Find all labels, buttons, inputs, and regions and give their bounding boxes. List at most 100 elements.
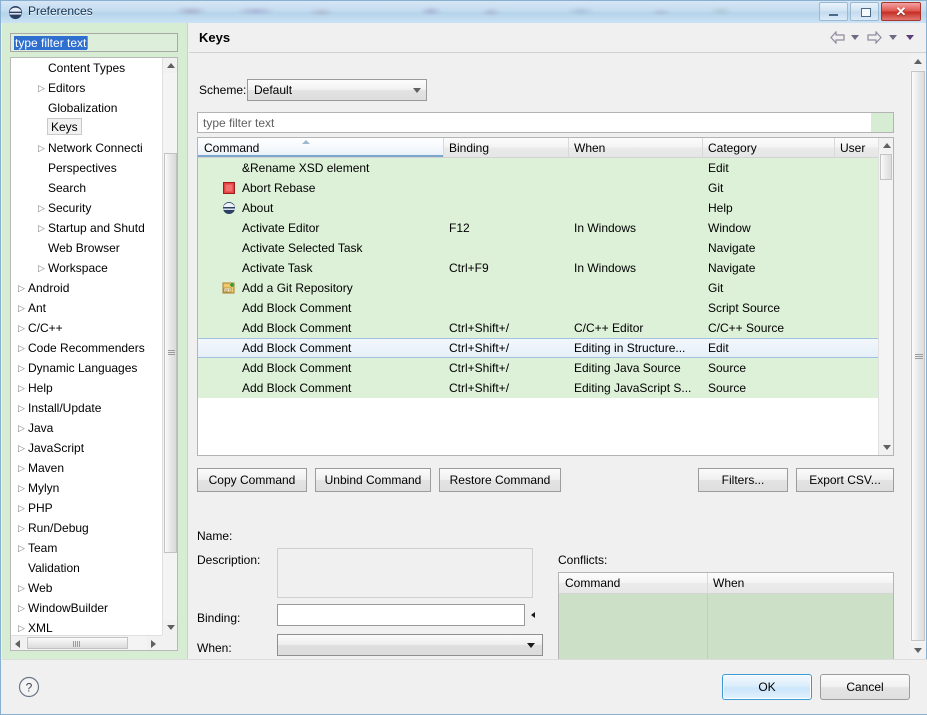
help-icon[interactable]: ? xyxy=(18,676,40,698)
table-row[interactable]: Add Block CommentCtrl+Shift+/Editing Jav… xyxy=(198,378,879,398)
sidebar-item-maven[interactable]: ▷Maven xyxy=(11,458,162,478)
sidebar-item-android[interactable]: ▷Android xyxy=(11,278,162,298)
cancel-button[interactable]: Cancel xyxy=(820,674,910,700)
maximize-button[interactable] xyxy=(850,2,879,21)
table-row[interactable]: Add Block CommentCtrl+Shift+/Editing in … xyxy=(198,338,879,358)
sidebar-item-security[interactable]: ▷Security xyxy=(11,198,162,218)
expand-arrow-icon[interactable]: ▷ xyxy=(15,538,28,558)
sidebar-item-keys[interactable]: ▷Keys xyxy=(11,118,162,138)
tree-scroll-left-button[interactable] xyxy=(11,636,26,650)
tree-horizontal-scrollbar[interactable] xyxy=(11,635,162,650)
expand-arrow-icon[interactable]: ▷ xyxy=(15,418,28,438)
sidebar-item-help[interactable]: ▷Help xyxy=(11,378,162,398)
table-row[interactable]: Add Block CommentCtrl+Shift+/Editing Jav… xyxy=(198,358,879,378)
sidebar-item-windowbuilder[interactable]: ▷WindowBuilder xyxy=(11,598,162,618)
table-row[interactable]: Abort RebaseGit xyxy=(198,178,879,198)
unbind-command-button[interactable]: Unbind Command xyxy=(315,468,431,492)
expand-arrow-icon[interactable]: ▷ xyxy=(15,438,28,458)
tree-scroll-down-button[interactable] xyxy=(163,620,177,635)
keys-scroll-up-button[interactable] xyxy=(879,138,893,153)
conflicts-column-header-command[interactable]: Command xyxy=(559,576,707,590)
table-row[interactable]: Add Block CommentCtrl+Shift+/C/C++ Edito… xyxy=(198,318,879,338)
page-scroll-thumb[interactable] xyxy=(911,71,925,641)
close-button[interactable]: ✕ xyxy=(881,2,921,21)
expand-arrow-icon[interactable]: ▷ xyxy=(15,518,28,538)
table-row[interactable]: Add Block CommentScript Source xyxy=(198,298,879,318)
sidebar-item-team[interactable]: ▷Team xyxy=(11,538,162,558)
sidebar-item-mylyn[interactable]: ▷Mylyn xyxy=(11,478,162,498)
conflicts-table[interactable]: Command When xyxy=(558,572,894,659)
export-csv-button[interactable]: Export CSV... xyxy=(796,468,894,492)
conflicts-column-header-when[interactable]: When xyxy=(707,576,893,590)
sidebar-item-network-connecti[interactable]: ▷Network Connecti xyxy=(11,138,162,158)
keys-table-scrollbar[interactable] xyxy=(878,138,893,455)
keys-table-body[interactable]: &Rename XSD elementEditAbort RebaseGitAb… xyxy=(198,158,879,441)
sidebar-item-code-recommenders[interactable]: ▷Code Recommenders xyxy=(11,338,162,358)
forward-arrow-icon[interactable] xyxy=(867,31,882,44)
table-row[interactable]: Activate TaskCtrl+F9In WindowsNavigate xyxy=(198,258,879,278)
table-row[interactable]: Activate Selected TaskNavigate xyxy=(198,238,879,258)
sidebar-item-java[interactable]: ▷Java xyxy=(11,418,162,438)
expand-arrow-icon[interactable]: ▷ xyxy=(15,278,28,298)
page-scroll-up-button[interactable] xyxy=(910,54,926,70)
sidebar-item-editors[interactable]: ▷Editors xyxy=(11,78,162,98)
sidebar-item-ant[interactable]: ▷Ant xyxy=(11,298,162,318)
expand-arrow-icon[interactable]: ▷ xyxy=(15,358,28,378)
title-bar[interactable]: Preferences ✕ xyxy=(1,1,926,23)
keys-column-header-category[interactable]: Category xyxy=(702,140,834,158)
tree-scroll-up-button[interactable] xyxy=(163,58,177,73)
tree-hscroll-thumb[interactable] xyxy=(27,637,128,649)
expand-arrow-icon[interactable]: ▷ xyxy=(15,398,28,418)
sidebar-item-startup-and-shutd[interactable]: ▷Startup and Shutd xyxy=(11,218,162,238)
sidebar-item-content-types[interactable]: ▷Content Types xyxy=(11,58,162,78)
copy-command-button[interactable]: Copy Command xyxy=(197,468,307,492)
keys-table-header[interactable]: Command Binding When Category User xyxy=(198,138,879,158)
description-field[interactable] xyxy=(277,548,533,598)
tree-vertical-scrollbar[interactable] xyxy=(162,58,177,635)
tree-scroll-right-button[interactable] xyxy=(147,636,162,650)
expand-arrow-icon[interactable]: ▷ xyxy=(35,258,48,278)
scheme-dropdown-arrow[interactable] xyxy=(407,80,426,100)
forward-history-chevron-down-icon[interactable] xyxy=(889,35,897,40)
page-scroll-down-button[interactable] xyxy=(910,643,926,659)
table-row[interactable]: GITAdd a Git RepositoryGit xyxy=(198,278,879,298)
preferences-tree[interactable]: ▷Content Types▷Editors▷Globalization▷Key… xyxy=(10,57,178,651)
table-row[interactable]: &Rename XSD elementEdit xyxy=(198,158,879,178)
table-row[interactable]: AboutHelp xyxy=(198,198,879,218)
minimize-button[interactable] xyxy=(819,2,848,21)
sidebar-item-validation[interactable]: ▷Validation xyxy=(11,558,162,578)
sidebar-item-perspectives[interactable]: ▷Perspectives xyxy=(11,158,162,178)
keys-column-header-command[interactable]: Command xyxy=(198,140,443,158)
keys-table[interactable]: Command Binding When Category User &Rena… xyxy=(197,137,894,456)
filters-button[interactable]: Filters... xyxy=(698,468,788,492)
sidebar-filter-input[interactable]: type filter text xyxy=(10,33,178,52)
tree-vscroll-thumb[interactable] xyxy=(164,153,177,553)
keys-column-header-user[interactable]: User xyxy=(834,140,879,158)
keys-column-header-binding[interactable]: Binding xyxy=(443,140,568,158)
back-arrow-icon[interactable] xyxy=(830,31,845,44)
keys-scroll-thumb[interactable] xyxy=(880,154,892,180)
sidebar-item-javascript[interactable]: ▷JavaScript xyxy=(11,438,162,458)
binding-aux-button[interactable] xyxy=(525,604,543,626)
ok-button[interactable]: OK xyxy=(722,674,812,700)
view-menu-icon[interactable] xyxy=(906,35,914,40)
expand-arrow-icon[interactable]: ▷ xyxy=(35,218,48,238)
binding-input[interactable] xyxy=(277,604,525,626)
table-row[interactable]: Activate EditorF12In WindowsWindow xyxy=(198,218,879,238)
sidebar-item-c-c[interactable]: ▷C/C++ xyxy=(11,318,162,338)
back-history-chevron-down-icon[interactable] xyxy=(851,35,859,40)
expand-arrow-icon[interactable]: ▷ xyxy=(35,78,48,98)
expand-arrow-icon[interactable]: ▷ xyxy=(15,618,28,635)
expand-arrow-icon[interactable]: ▷ xyxy=(15,578,28,598)
expand-arrow-icon[interactable]: ▷ xyxy=(35,198,48,218)
sidebar-item-php[interactable]: ▷PHP xyxy=(11,498,162,518)
keys-column-header-when[interactable]: When xyxy=(568,140,702,158)
expand-arrow-icon[interactable]: ▷ xyxy=(35,138,48,158)
sidebar-item-workspace[interactable]: ▷Workspace xyxy=(11,258,162,278)
expand-arrow-icon[interactable]: ▷ xyxy=(15,378,28,398)
scheme-select[interactable]: Default xyxy=(247,79,427,101)
sidebar-item-web[interactable]: ▷Web xyxy=(11,578,162,598)
when-select[interactable] xyxy=(277,634,543,656)
expand-arrow-icon[interactable]: ▷ xyxy=(15,298,28,318)
sidebar-item-install-update[interactable]: ▷Install/Update xyxy=(11,398,162,418)
